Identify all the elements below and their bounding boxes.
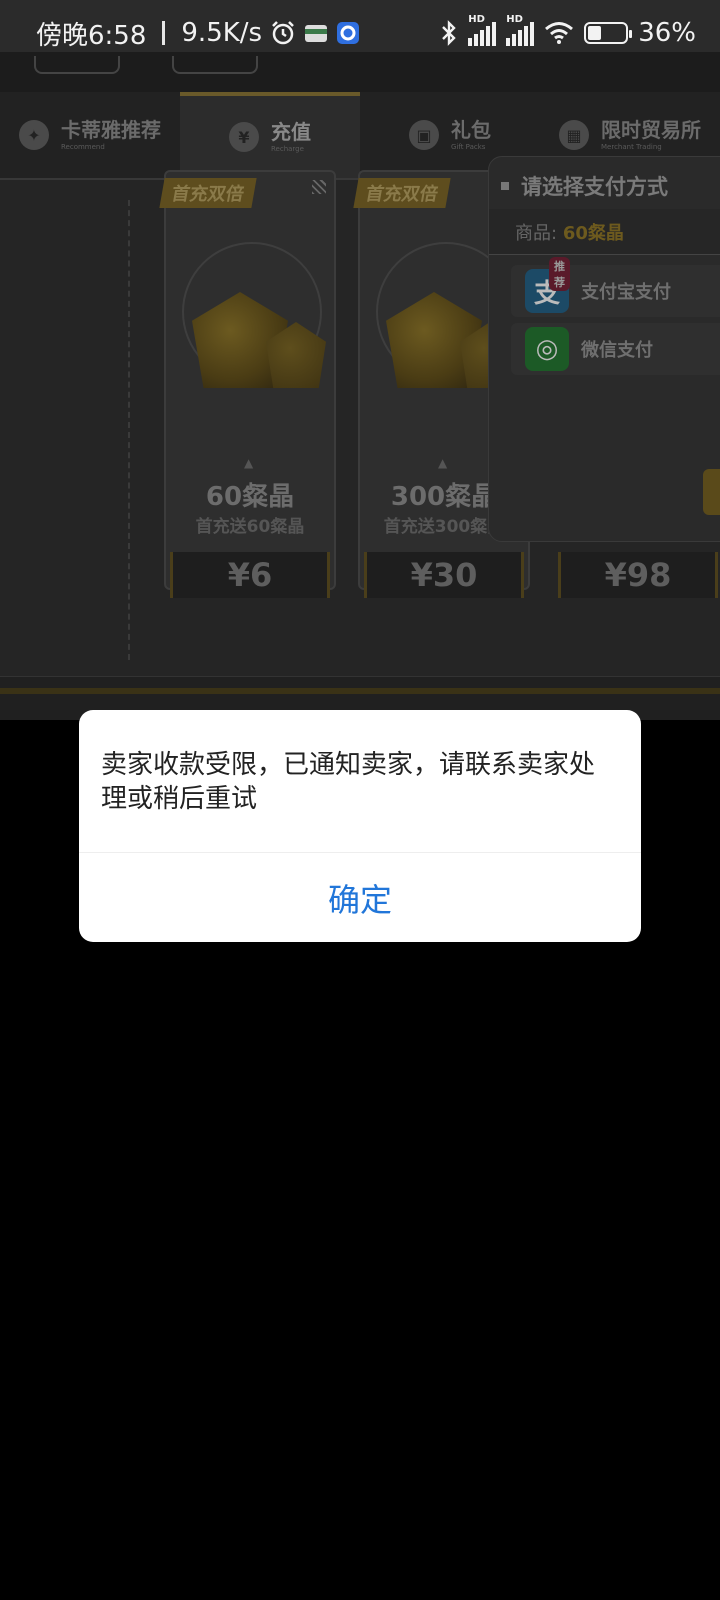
hd-label: HD [506,14,523,25]
alert-dialog: 卖家收款受限，已通知卖家，请联系卖家处理或稍后重试 确定 [79,710,641,942]
triangle-icon: ▲ [438,456,448,470]
screen: 傍晚6:58 9.5K/s HD HD 36% ✦ 卡蒂雅推荐 Recommen… [0,0,720,1600]
wechat-pay-option[interactable]: ◎ 微信支付 [511,323,720,375]
payment-method-panel: 请选择支付方式 商品: 60粲晶 支 推荐 支付宝支付 ◎ 微信支付 [488,156,720,542]
alipay-label: 支付宝支付 [581,282,671,303]
card-app-icon [304,22,328,44]
tab-sub: Gift Packs [451,142,486,151]
wechat-logo-text: ◎ [535,334,559,364]
gift-icon: ▣ [409,120,439,150]
wifi-icon [544,21,574,45]
game-top-bar [0,52,720,92]
alipay-option[interactable]: 支 推荐 支付宝支付 [511,257,720,317]
first-double-badge: 首充双倍 [353,178,451,208]
signal-icon-sim1: HD [468,14,497,46]
rail-divider [128,200,130,660]
bottom-accent-line [0,688,720,694]
tab-sub: Merchant Trading [601,142,662,151]
wechat-label: 微信支付 [581,340,653,361]
status-left: 傍晚6:58 9.5K/s [36,15,360,52]
tab-sub: Recharge [271,144,304,153]
card-bonus: 首充送60粲晶 [195,517,305,537]
top-tab-handle [172,56,258,74]
payment-panel-title: 请选择支付方式 [501,171,668,201]
status-time: 傍晚6:58 [36,20,147,51]
trade-icon: ▦ [559,120,589,150]
payment-title-text: 请选择支付方式 [521,175,668,199]
price-button[interactable]: ¥6 [170,552,330,598]
alipay-icon: 支 推荐 [525,257,570,313]
app-notification-icon [336,21,360,45]
tab-recharge[interactable]: ¥ 充值 Recharge [180,92,360,178]
tab-label: 充值 [271,119,311,144]
network-speed: 9.5K/s [181,18,263,48]
hatch-decoration [312,180,326,194]
game-shop-background: ✦ 卡蒂雅推荐 Recommend ¥ 充值 Recharge ▣ 礼包 Gift P… [0,52,720,720]
status-separator [162,21,166,45]
card-amount: 60粲晶 [205,482,295,512]
product-value: 60粲晶 [562,223,624,244]
battery-icon [584,22,633,44]
battery-level [588,26,602,40]
tab-sub: Recommend [61,142,105,151]
yuan-icon: ¥ [229,122,259,152]
wechat-icon: ◎ [525,327,569,371]
triangle-icon: ▲ [244,456,254,470]
top-tab-handle [34,56,120,74]
price-button[interactable]: ¥98 [558,552,718,598]
tab-label: 卡蒂雅推荐 [61,117,161,142]
tab-label: 礼包 [451,117,491,142]
recharge-card-60[interactable]: 首充双倍 ▲ 60粲晶 首充送60粲晶 ¥6 [159,170,336,598]
signal-icon-sim2: HD [506,14,535,46]
square-bullet-icon [501,182,509,190]
tab-label: 限时贸易所 [601,117,701,142]
tab-recommend[interactable]: ✦ 卡蒂雅推荐 Recommend [0,92,180,178]
confirm-button[interactable]: 确定 [79,853,641,942]
product-row: 商品: 60粲晶 [489,209,720,255]
dialog-message: 卖家收款受限，已通知卖家，请联系卖家处理或稍后重试 [101,750,596,814]
price-button[interactable]: ¥30 [364,552,524,598]
battery-percent: 36% [638,18,696,48]
crab-icon: ✦ [19,120,49,150]
hd-label: HD [468,14,485,25]
status-right: HD HD 36% [440,14,696,48]
confirm-pay-button[interactable] [703,469,720,515]
recommend-badge: 推荐 [549,257,570,291]
product-label: 商品: [515,223,558,244]
bluetooth-icon [440,20,458,46]
alarm-icon [270,20,296,46]
first-double-badge: 首充双倍 [159,178,257,208]
